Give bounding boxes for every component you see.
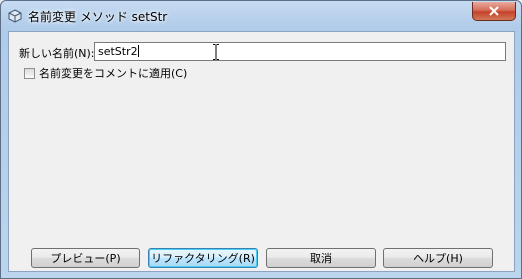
text-caret xyxy=(137,45,139,57)
new-name-value: setStr2 xyxy=(98,45,138,58)
help-button-label: ヘルプ(H) xyxy=(413,252,463,265)
preview-button[interactable]: プレビュー(P) xyxy=(31,248,140,268)
rename-dialog: 名前変更 メソッド setStr 新しい名前(N): setStr2 名前変更を… xyxy=(0,0,522,279)
apply-to-comments-checkbox[interactable] xyxy=(24,67,35,79)
apply-rename-to-comments-option[interactable]: 名前変更をコメントに適用(C) xyxy=(24,66,187,80)
dialog-content: 新しい名前(N): setStr2 名前変更をコメントに適用(C) プレビュー(… xyxy=(8,31,515,272)
text-cursor-icon xyxy=(213,44,219,60)
window-title: 名前変更 メソッド setStr xyxy=(28,10,168,24)
title-bar[interactable]: 名前変更 メソッド setStr xyxy=(1,1,521,31)
new-name-label: 新しい名前(N): xyxy=(19,47,95,60)
preview-button-label: プレビュー(P) xyxy=(50,252,121,265)
refactor-button-label: リファクタリング(R) xyxy=(151,252,255,265)
refactor-button[interactable]: リファクタリング(R) xyxy=(148,248,258,268)
cancel-button-label: 取消 xyxy=(310,252,332,265)
apply-to-comments-label: 名前変更をコメントに適用(C) xyxy=(39,67,188,80)
close-icon xyxy=(489,6,499,16)
new-name-input[interactable]: setStr2 xyxy=(94,42,506,61)
netbeans-cube-icon xyxy=(8,9,22,23)
cancel-button[interactable]: 取消 xyxy=(266,248,376,268)
close-button[interactable] xyxy=(472,2,516,21)
help-button[interactable]: ヘルプ(H) xyxy=(383,248,493,268)
